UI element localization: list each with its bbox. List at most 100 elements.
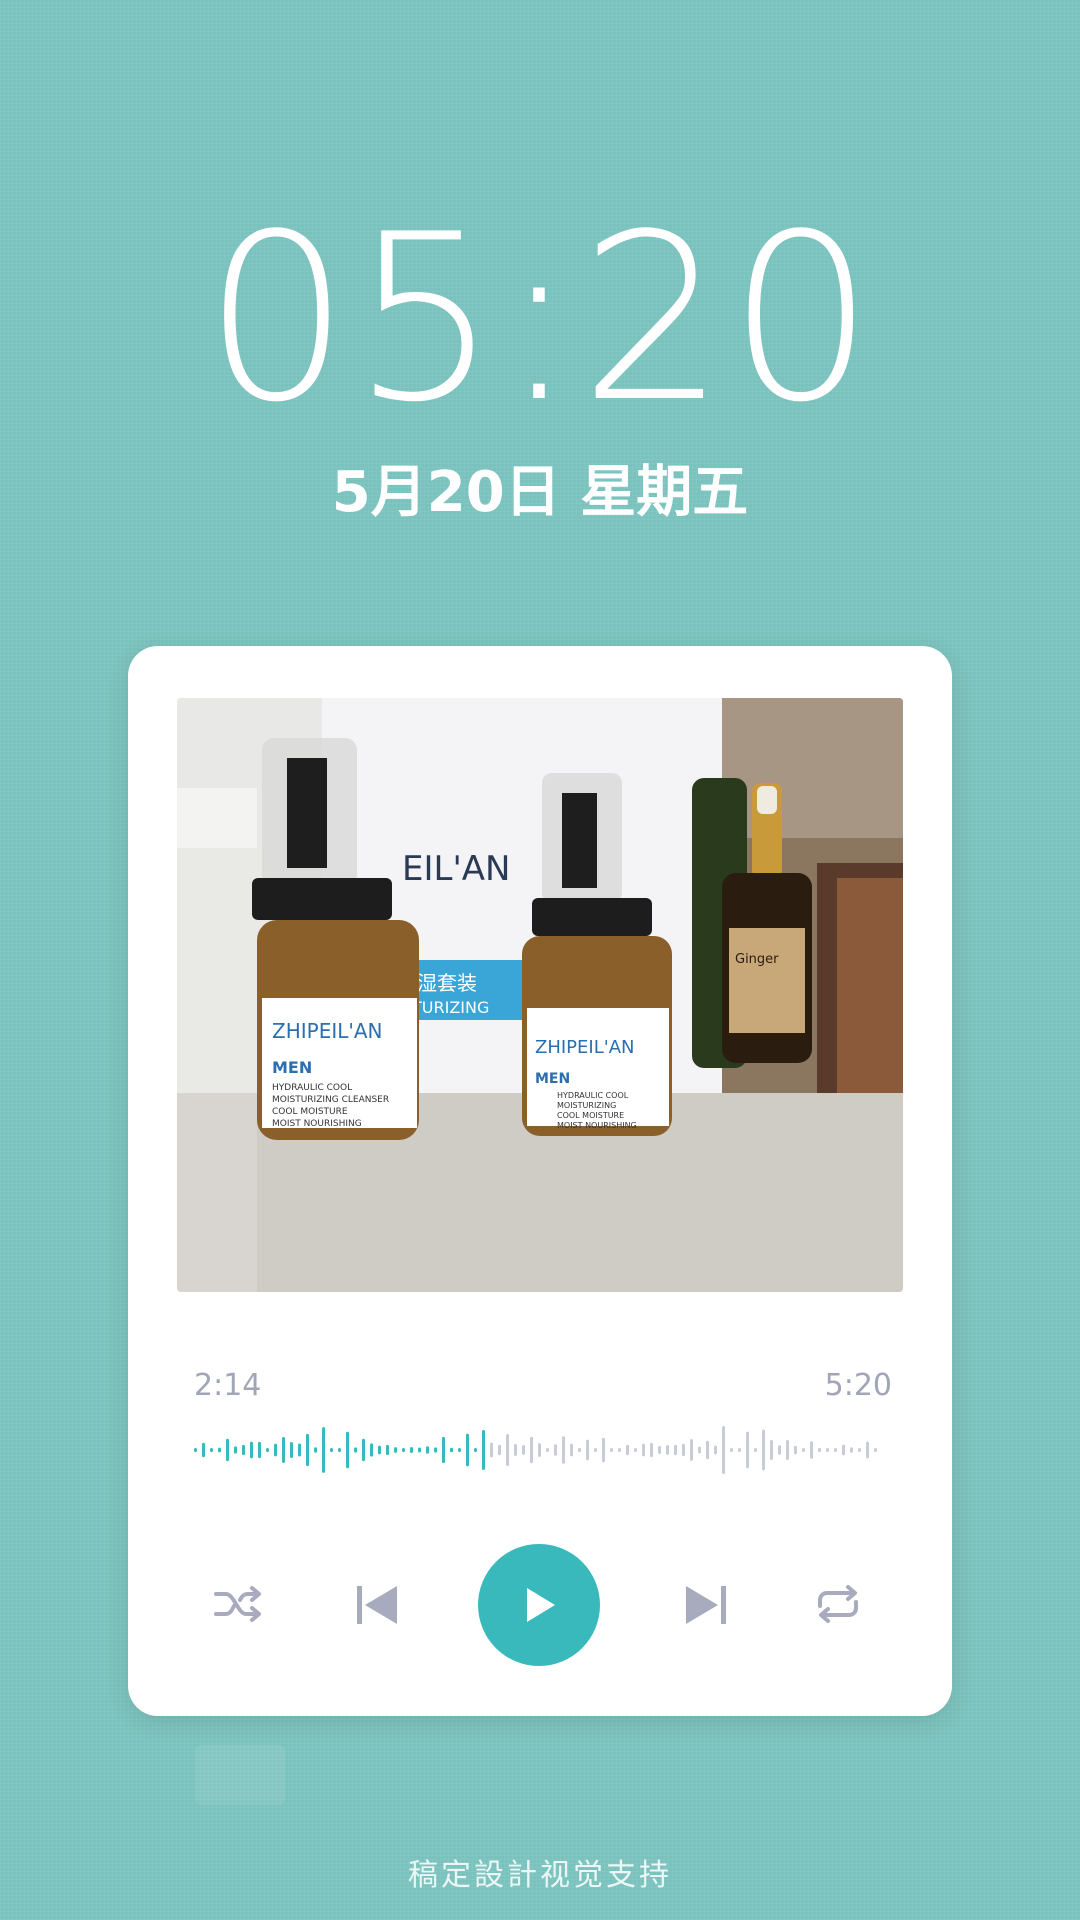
waveform-bar	[418, 1447, 421, 1453]
waveform-bar	[442, 1436, 445, 1464]
play-button[interactable]	[478, 1544, 600, 1666]
waveform-bar	[698, 1446, 701, 1454]
waveform-bar	[538, 1443, 541, 1457]
waveform-bar	[298, 1443, 301, 1457]
waveform-bar	[730, 1448, 733, 1452]
waveform-bar	[874, 1448, 877, 1452]
box-brand-text: EIL'AN	[402, 849, 511, 889]
waveform-bar	[218, 1447, 221, 1453]
waveform-bar	[386, 1444, 389, 1456]
waveform-bar	[602, 1437, 605, 1463]
waveform-bar	[562, 1436, 565, 1464]
waveform-bar	[354, 1447, 357, 1453]
repeat-icon	[818, 1585, 858, 1623]
waveform-bar	[338, 1448, 341, 1452]
waveform-bar	[258, 1441, 261, 1459]
waveform-bar	[626, 1444, 629, 1456]
waveform-bar	[554, 1444, 557, 1456]
waveform-bar	[194, 1448, 197, 1452]
waveform-bar	[682, 1443, 685, 1457]
previous-button[interactable]	[351, 1578, 405, 1632]
blurred-notification	[195, 1745, 285, 1805]
waveform-bar	[586, 1439, 589, 1461]
waveform-bar	[290, 1441, 293, 1459]
waveform-bar	[770, 1439, 773, 1461]
waveform-bar	[434, 1447, 437, 1453]
right-bottle-line: COOL MOISTURE	[557, 1111, 624, 1120]
waveform-bar	[498, 1444, 501, 1456]
album-art[interactable]: EIL'AN 湿套装 TURIZING ZHIPEIL'AN MEN HYDRA…	[177, 698, 903, 1292]
waveform-bar	[314, 1447, 317, 1453]
waveform-bar	[506, 1433, 509, 1467]
waveform-bar	[658, 1446, 661, 1454]
play-icon	[527, 1588, 555, 1622]
right-bottle-line: MOISTURIZING	[557, 1101, 616, 1110]
waveform-bar	[762, 1429, 765, 1471]
box-band-subtext: TURIZING	[411, 998, 489, 1017]
waveform-bar	[802, 1448, 805, 1452]
waveform-bar	[858, 1448, 861, 1452]
left-bottle-line: MOIST NOURISHING	[272, 1119, 362, 1129]
lockscreen-clock: 05:20	[203, 186, 877, 453]
waveform-bar	[578, 1447, 581, 1453]
waveform-bar	[274, 1443, 277, 1457]
waveform-bar	[514, 1444, 517, 1456]
waveform-bar	[570, 1443, 573, 1457]
waveform-bar	[666, 1445, 669, 1455]
waveform-bar	[378, 1445, 381, 1455]
right-bottle-line: MOIST NOURISHING	[557, 1121, 637, 1130]
skip-next-icon	[686, 1586, 726, 1624]
waveform-bar	[322, 1427, 325, 1473]
next-button[interactable]	[678, 1578, 732, 1632]
waveform-bar	[794, 1445, 797, 1455]
waveform-bar	[722, 1425, 725, 1475]
waveform-progress[interactable]	[192, 1422, 882, 1478]
left-bottle-men: MEN	[272, 1058, 312, 1077]
waveform-bar	[426, 1446, 429, 1454]
waveform-bar	[210, 1448, 213, 1452]
waveform-bar	[202, 1442, 205, 1458]
left-bottle-brand: ZHIPEIL'AN	[272, 1019, 383, 1043]
waveform-bar	[634, 1448, 637, 1452]
repeat-button[interactable]	[810, 1576, 866, 1632]
waveform-bar	[250, 1441, 253, 1459]
waveform-bar	[786, 1439, 789, 1461]
waveform-bar	[714, 1445, 717, 1455]
right-bottle-line: HYDRAULIC COOL	[557, 1091, 629, 1100]
waveform-bar	[818, 1447, 821, 1453]
waveform-bar	[458, 1448, 461, 1452]
waveform-bar	[650, 1442, 653, 1458]
footer-credit: 稿定設計视觉支持	[408, 1858, 672, 1893]
right-bottle-brand: ZHIPEIL'AN	[535, 1037, 634, 1058]
waveform-bar	[370, 1443, 373, 1457]
album-art-photo: EIL'AN 湿套装 TURIZING ZHIPEIL'AN MEN HYDRA…	[177, 698, 903, 1292]
waveform-bar	[482, 1429, 485, 1471]
waveform-bar	[282, 1437, 285, 1463]
waveform-bar	[642, 1443, 645, 1457]
box-band-text: 湿套装	[417, 971, 477, 995]
waveform-bar	[706, 1440, 709, 1460]
shuffle-button[interactable]	[210, 1576, 266, 1632]
waveform-bar	[826, 1448, 829, 1452]
waveform-bar	[242, 1444, 245, 1456]
waveform-bar	[738, 1448, 741, 1452]
right-bottle-men: MEN	[535, 1071, 570, 1087]
waveform-bar	[754, 1448, 757, 1452]
left-bottle-line: HYDRAULIC COOL	[272, 1083, 352, 1093]
waveform-bar	[394, 1447, 397, 1453]
waveform-bar	[226, 1438, 229, 1462]
elapsed-time: 2:14	[194, 1368, 262, 1403]
music-player-card: EIL'AN 湿套装 TURIZING ZHIPEIL'AN MEN HYDRA…	[128, 646, 952, 1716]
waveform-bar	[490, 1442, 493, 1458]
waveform-bar	[850, 1447, 853, 1453]
waveform-bar	[842, 1444, 845, 1456]
waveform-bar	[522, 1445, 525, 1455]
waveform-bar	[362, 1438, 365, 1462]
left-bottle-line: COOL MOISTURE	[272, 1107, 348, 1117]
waveform-bar	[594, 1448, 597, 1452]
waveform-bar	[266, 1448, 269, 1452]
waveform-bar	[834, 1448, 837, 1452]
waveform-bar	[450, 1447, 453, 1453]
waveform-bar	[410, 1447, 413, 1453]
waveform-bar	[474, 1448, 477, 1452]
